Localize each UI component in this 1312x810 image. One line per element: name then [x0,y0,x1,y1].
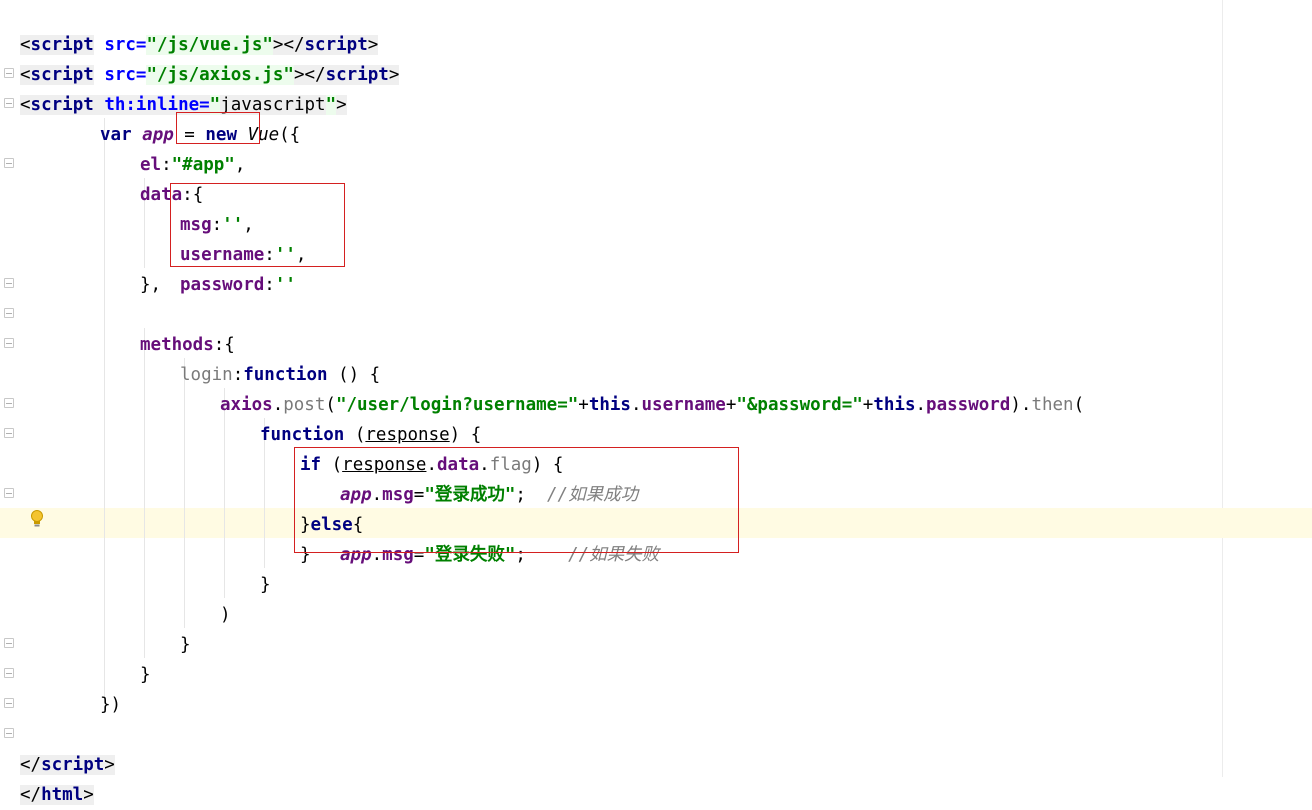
code-line-10: }, [140,275,162,295]
code-line-12: login:function () { [180,365,381,385]
code-line-24: }) [100,695,122,715]
code-line-13: axios.post("/user/login?username="+this.… [220,395,1085,415]
fold-icon[interactable] [4,638,14,648]
code-line-6: data:{ [140,185,204,205]
indent-guide [184,358,185,628]
annotation-box-el [176,112,260,144]
code-line-3: <script th:inline="javascript"> [20,95,347,115]
lightbulb-icon[interactable] [29,509,45,529]
code-line-22: } [180,635,191,655]
fold-icon[interactable] [4,158,14,168]
fold-icon[interactable] [4,398,14,408]
right-margin-guide [1222,0,1223,777]
code-line-14: function (response) { [260,425,482,445]
fold-icon[interactable] [4,698,14,708]
code-line-20: } [260,575,271,595]
indent-guide [104,118,105,698]
fold-icon[interactable] [4,428,14,438]
code-line-23: } [140,665,151,685]
fold-icon[interactable] [4,278,14,288]
annotation-box-data [170,183,345,267]
fold-icon[interactable] [4,68,14,78]
fold-icon[interactable] [4,668,14,678]
code-line-26: </html> [20,785,94,805]
fold-icon[interactable] [4,98,14,108]
code-line-2: <script src="/js/axios.js"></script> [20,65,400,85]
code-line-1: <script src="/js/vue.js"></script> [20,35,379,55]
fold-icon[interactable] [4,728,14,738]
editor-gutter [0,0,20,777]
code-line-25: </script> [20,755,115,775]
fold-icon[interactable] [4,488,14,498]
fold-icon[interactable] [4,338,14,348]
annotation-box-result [294,447,739,553]
code-line-15: if (response.data.flag) { [300,455,564,475]
code-line-11: methods:{ [140,335,235,355]
code-line-21: ) [220,605,231,625]
fold-icon[interactable] [4,308,14,318]
indent-guide [144,328,145,658]
